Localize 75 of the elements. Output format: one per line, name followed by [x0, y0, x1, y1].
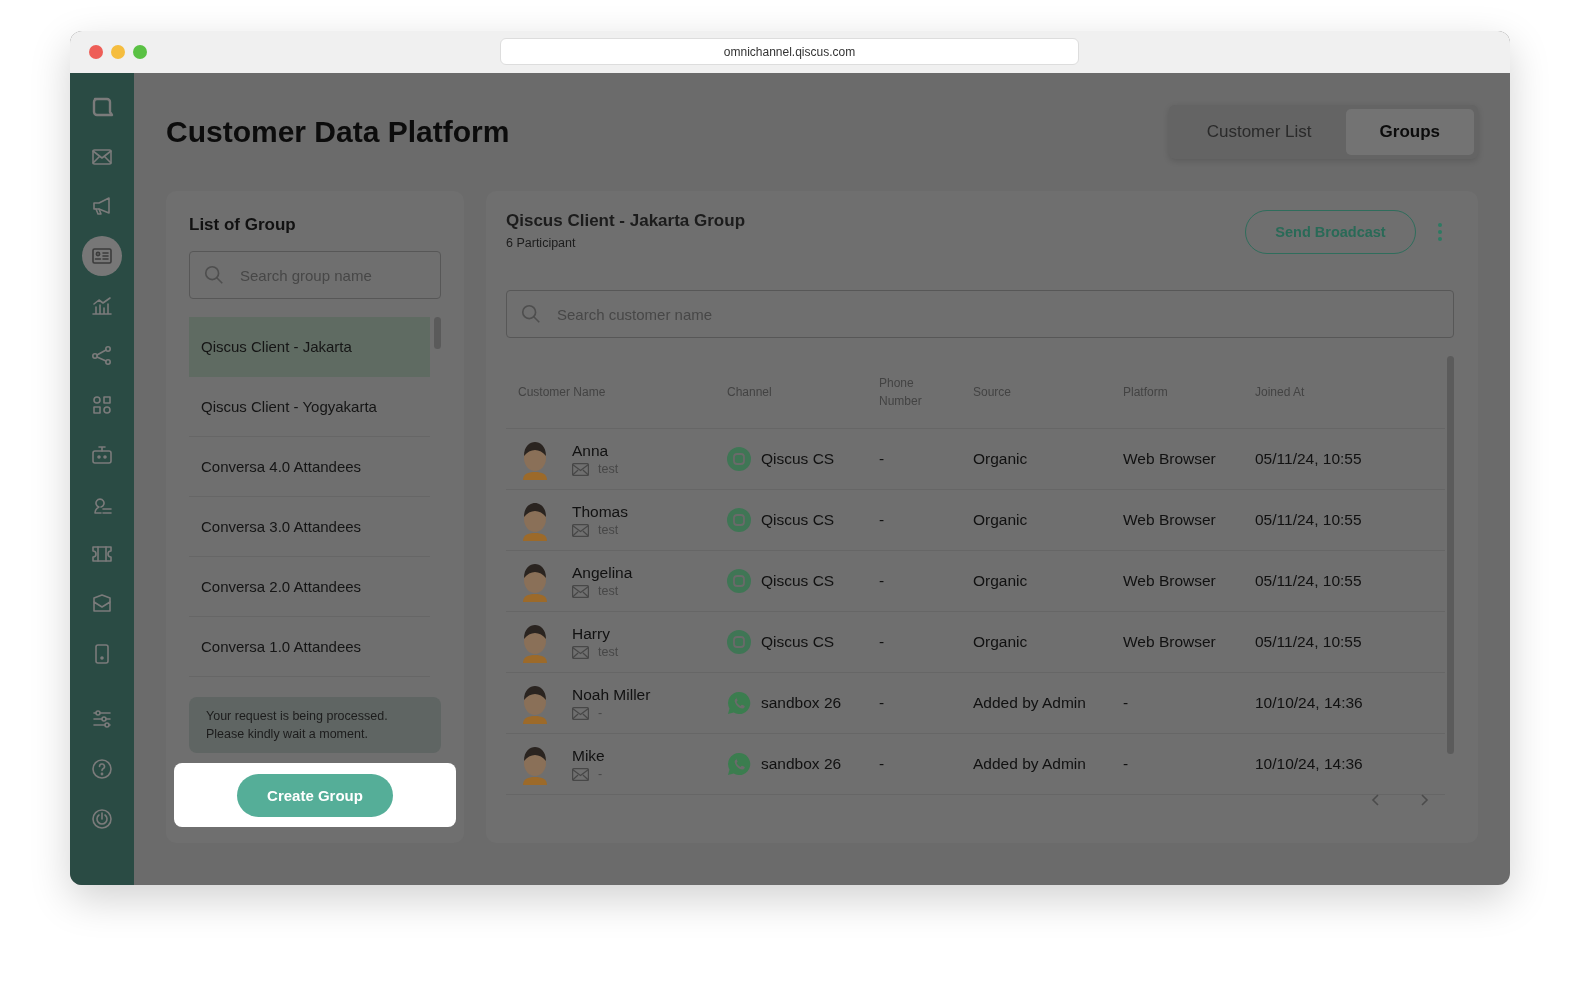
table-cell-text: -: [879, 694, 886, 712]
chat-bubble-icon: [727, 447, 751, 471]
channel-name: Qiscus CS: [761, 633, 835, 651]
search-icon: [203, 264, 225, 286]
customer-name: Angelina: [572, 564, 633, 582]
table-cell-text: Added by Admin: [973, 755, 1087, 773]
mail-icon: [572, 523, 589, 537]
group-title: Qiscus Client - Jakarta Group: [506, 211, 745, 231]
channel-name: Qiscus CS: [761, 511, 835, 529]
phone-bubble-icon: [727, 752, 751, 776]
table-cell-text: -: [879, 511, 886, 529]
group-list-item[interactable]: Conversa 3.0 Attandees: [189, 497, 430, 557]
table-cell-text: 10/10/24, 14:36: [1255, 694, 1364, 712]
table-cell-text: Web Browser: [1123, 572, 1217, 590]
chat-bubble-icon: [727, 569, 751, 593]
table-cell-text: -: [879, 755, 886, 773]
maximize-icon[interactable]: [133, 45, 147, 59]
tab[interactable]: Groups: [1345, 109, 1474, 155]
mail-icon: [572, 584, 589, 598]
table-cell-text: Web Browser: [1123, 633, 1217, 651]
customer-name: Mike: [572, 747, 605, 765]
channel-name: sandbox 26: [761, 694, 842, 712]
customer-email: -: [598, 706, 603, 720]
group-list-item[interactable]: Conversa 4.0 Attandees: [189, 437, 430, 497]
phone-bubble-icon: [727, 691, 751, 715]
mail-icon: [572, 645, 589, 659]
table-cell-text: -: [879, 633, 886, 651]
customer-name: Anna: [572, 442, 610, 460]
search-icon: [520, 303, 542, 325]
processing-notice: Your request is being processed. Please kindly wait a moment.: [189, 697, 441, 753]
table-cell-text: Organic: [973, 572, 1029, 590]
chat-bubble-icon: [727, 508, 751, 532]
mail-icon: [572, 706, 589, 720]
table-cell-text: Organic: [973, 450, 1029, 468]
power-icon: [90, 806, 114, 831]
table-cell-text: -: [1123, 694, 1130, 712]
group-list-item[interactable]: Qiscus Client - Yogyakarta: [189, 377, 430, 437]
customer-name: Thomas: [572, 503, 628, 521]
group-list-item[interactable]: Conversa 1.0 Attandees: [189, 617, 430, 677]
customer-name: Noah Miller: [572, 686, 651, 704]
mail-icon: [572, 462, 589, 476]
table-cell-text: 05/11/24, 10:55: [1255, 511, 1363, 529]
table-cell-text: -: [879, 572, 886, 590]
page-title: Customer Data Platform: [166, 115, 510, 149]
close-icon[interactable]: [89, 45, 103, 59]
table-cell-text: Web Browser: [1123, 450, 1217, 468]
table-cell-text: 05/11/24, 10:55: [1255, 450, 1363, 468]
table-cell-text: Added by Admin: [973, 694, 1087, 712]
sidebar-item[interactable]: [82, 236, 122, 277]
table-cell-text: -: [879, 450, 886, 468]
group-list-item[interactable]: Conversa 2.0 Attandees: [189, 557, 430, 617]
help-icon: [90, 756, 114, 781]
channel-name: Qiscus CS: [761, 450, 835, 468]
channel-name: sandbox 26: [761, 755, 842, 773]
chat-bubble-icon: [727, 630, 751, 654]
table-cell-text: Web Browser: [1123, 511, 1217, 529]
table-cell-text: 10/10/24, 14:36: [1255, 755, 1364, 773]
table-cell-text: Organic: [973, 633, 1029, 651]
share-nodes-icon: [90, 343, 114, 368]
panel-title: List of Group: [189, 215, 297, 235]
group-list-item[interactable]: Qiscus Client - Jakarta: [189, 317, 430, 377]
mail-icon: [572, 767, 589, 781]
tab[interactable]: Customer List: [1172, 109, 1346, 155]
create-group-button[interactable]: Create Group: [237, 773, 393, 817]
minimize-icon[interactable]: [111, 45, 125, 59]
table-cell-text: -: [1123, 755, 1130, 773]
participant-count: 6 Participant: [506, 236, 577, 250]
table-cell-text: 05/11/24, 10:55: [1255, 633, 1363, 651]
table-cell-text: Organic: [973, 511, 1029, 529]
customer-name: Harry: [572, 625, 611, 643]
chat-bubble-icon: [90, 95, 114, 119]
customer-email: -: [598, 767, 603, 781]
table-cell-text: 05/11/24, 10:55: [1255, 572, 1363, 590]
address-bar[interactable]: omnichannel.qiscus.com: [500, 38, 1079, 65]
channel-name: Qiscus CS: [761, 572, 835, 590]
